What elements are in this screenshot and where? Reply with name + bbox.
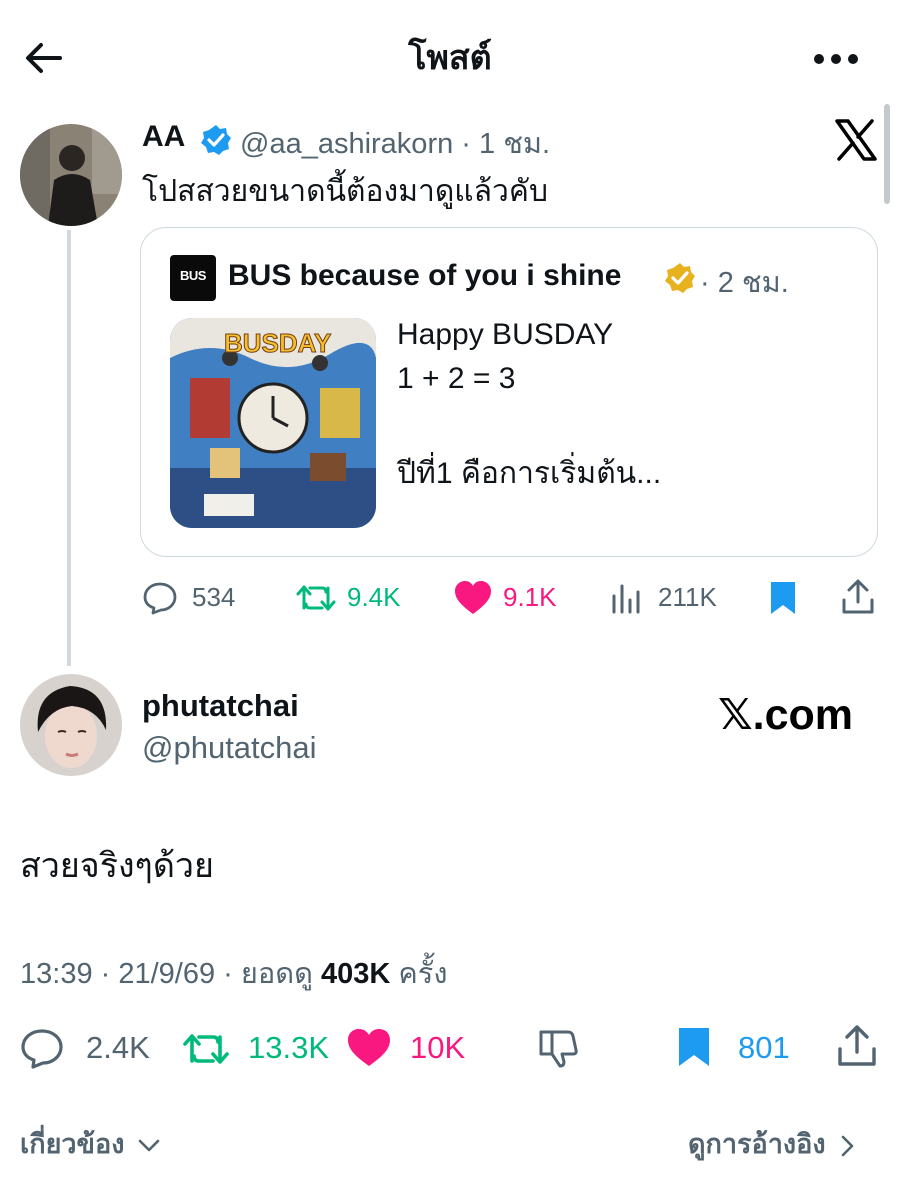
gold-verified-badge-icon bbox=[665, 263, 695, 293]
dislike-thumbs-down-icon[interactable] bbox=[538, 1028, 580, 1068]
avatar[interactable] bbox=[20, 124, 122, 226]
view-quotes-link[interactable]: ดูการอ้างอิง bbox=[688, 1122, 855, 1165]
timestamp[interactable]: · 1 ชม. bbox=[461, 128, 550, 160]
display-name[interactable]: AA bbox=[142, 120, 185, 154]
scrollbar[interactable] bbox=[884, 104, 890, 204]
tweet-text: โปสสวยขนาดนี้ต้องมาดูแล้วคับ bbox=[142, 175, 548, 208]
quoted-account-name[interactable]: BUS because of you i shine bbox=[228, 259, 621, 293]
views-chart-icon[interactable] bbox=[610, 582, 644, 614]
display-name[interactable]: phutatchai bbox=[142, 688, 299, 724]
handle[interactable]: @aa_ashirakorn bbox=[240, 128, 453, 160]
repost-icon[interactable] bbox=[182, 1030, 230, 1068]
chevron-down-icon bbox=[138, 1139, 160, 1152]
views-count: 211K bbox=[658, 582, 717, 612]
repost-count: 13.3K bbox=[248, 1030, 330, 1065]
like-count: 9.1K bbox=[503, 582, 557, 612]
avatar[interactable] bbox=[20, 674, 122, 776]
x-logo-icon bbox=[835, 119, 877, 161]
svg-text:BUSDAY: BUSDAY bbox=[224, 328, 331, 358]
bookmark-icon[interactable] bbox=[768, 580, 798, 616]
quoted-text-line: Happy BUSDAY bbox=[397, 318, 614, 351]
quoted-text-line: ปีที่1 คือการเริ่มต้น... bbox=[397, 457, 662, 490]
bookmark-icon[interactable] bbox=[676, 1026, 712, 1068]
handle[interactable]: @phutatchai bbox=[142, 730, 317, 766]
like-count: 10K bbox=[410, 1030, 466, 1065]
repost-icon[interactable] bbox=[296, 582, 336, 614]
busday-poster-image[interactable]: BUSDAY bbox=[170, 318, 376, 528]
quoted-text-line: 1 + 2 = 3 bbox=[397, 362, 516, 395]
view-quotes-label: ดูการอ้างอิง bbox=[688, 1129, 826, 1159]
reply-icon[interactable] bbox=[20, 1027, 64, 1069]
quoted-timestamp: · 2 ชม. bbox=[700, 267, 789, 299]
tweet-text: สวยจริงๆด้วย bbox=[20, 847, 214, 885]
view-count: 403K bbox=[321, 958, 391, 990]
tweet-meta: 13:39 · 21/9/69 · ยอดดู 403K ครั้ง bbox=[20, 950, 448, 996]
reply-count: 534 bbox=[192, 582, 236, 612]
thread-line bbox=[67, 230, 71, 666]
views-suffix: ครั้ง bbox=[398, 958, 448, 990]
related-dropdown[interactable]: เกี่ยวข้อง bbox=[20, 1122, 160, 1165]
like-heart-icon[interactable] bbox=[453, 580, 493, 616]
chevron-right-icon bbox=[841, 1135, 854, 1157]
bus-logo-text: BUS bbox=[180, 268, 206, 283]
more-options-icon[interactable] bbox=[812, 52, 860, 66]
timestamp[interactable]: 13:39 · 21/9/69 · ยอดดู bbox=[20, 958, 313, 990]
repost-count: 9.4K bbox=[347, 582, 401, 612]
share-icon[interactable] bbox=[840, 578, 876, 616]
share-icon[interactable] bbox=[836, 1024, 878, 1068]
bookmark-count: 801 bbox=[738, 1030, 790, 1065]
like-heart-icon[interactable] bbox=[346, 1028, 392, 1068]
reply-icon[interactable] bbox=[142, 580, 178, 616]
reply-count: 2.4K bbox=[86, 1030, 150, 1065]
page-title: โพสต์ bbox=[408, 39, 492, 77]
related-label: เกี่ยวข้อง bbox=[20, 1129, 125, 1159]
x-com-watermark: 𝕏.com bbox=[718, 691, 854, 739]
verified-badge-icon bbox=[201, 125, 231, 155]
